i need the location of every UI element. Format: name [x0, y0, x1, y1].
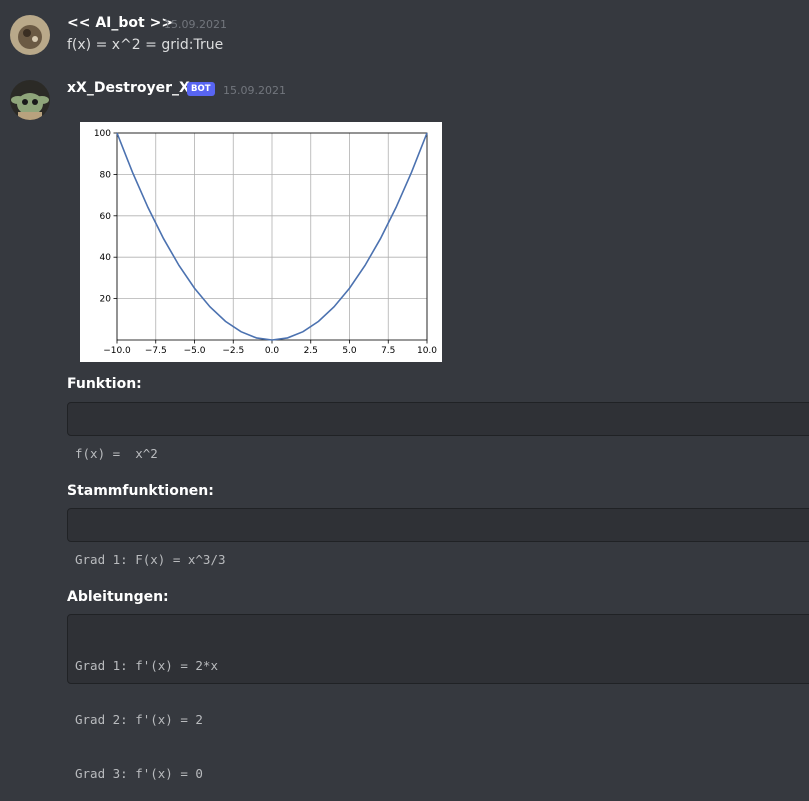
x-tick-label: 0.0 — [265, 346, 280, 356]
x-tick-label: 5.0 — [342, 346, 357, 356]
x-tick-label: 10.0 — [417, 346, 437, 356]
section-title-ableitungen: Ableitungen: — [67, 589, 169, 605]
x-tick-label: 2.5 — [304, 346, 318, 356]
x-tick-label: −7.5 — [145, 346, 167, 356]
username-ai-bot[interactable]: << AI_bot >> — [67, 15, 173, 31]
x-tick-label: −5.0 — [184, 346, 206, 356]
username-destroyer[interactable]: xX_Destroyer_Xx — [67, 80, 199, 96]
codeblock-stammfunktionen: Grad 1: F(x) = x^3/3 — [67, 508, 809, 567]
code-line: Grad 2: f'(x) = 2 — [75, 712, 203, 727]
section-title-funktion: Funktion: — [67, 376, 142, 392]
y-tick-label: 20 — [100, 295, 112, 305]
y-tick-label: 40 — [100, 253, 112, 263]
message-text: f(x) = x^2 = grid:True — [67, 37, 224, 53]
code-line: Grad 1: f'(x) = 2*x — [75, 658, 218, 673]
x-tick-label: 7.5 — [381, 346, 395, 356]
x-tick-label: −2.5 — [222, 346, 244, 356]
avatar-ai-bot[interactable] — [10, 15, 50, 55]
bot-badge: BOT — [187, 82, 215, 96]
codeblock-ableitungen: Grad 1: f'(x) = 2*x Grad 2: f'(x) = 2 Gr… — [67, 614, 809, 781]
y-tick-label: 100 — [94, 129, 111, 139]
codeblock-funktion: f(x) = x^2 — [67, 402, 809, 461]
section-title-stammfunktionen: Stammfunktionen: — [67, 483, 214, 499]
code-line: Grad 1: F(x) = x^3/3 — [75, 552, 226, 567]
y-tick-label: 80 — [100, 170, 112, 180]
message-timestamp: 15.09.2021 — [164, 18, 227, 31]
chart-image[interactable]: −10.0 −7.5 −5.0 −2.5 0.0 2.5 5.0 7.5 10.0 20 40 60 8… — [80, 122, 442, 362]
avatar-destroyer[interactable] — [10, 80, 50, 120]
code-line: f(x) = x^2 — [75, 446, 158, 461]
x-tick-label: −10.0 — [103, 346, 131, 356]
code-line: Grad 3: f'(x) = 0 — [75, 766, 203, 781]
y-tick-label: 60 — [100, 212, 112, 222]
parabola-chart: −10.0 −7.5 −5.0 −2.5 0.0 2.5 5.0 7.5 10.0 20 40 60 8… — [94, 129, 437, 356]
message-timestamp: 15.09.2021 — [223, 84, 286, 97]
